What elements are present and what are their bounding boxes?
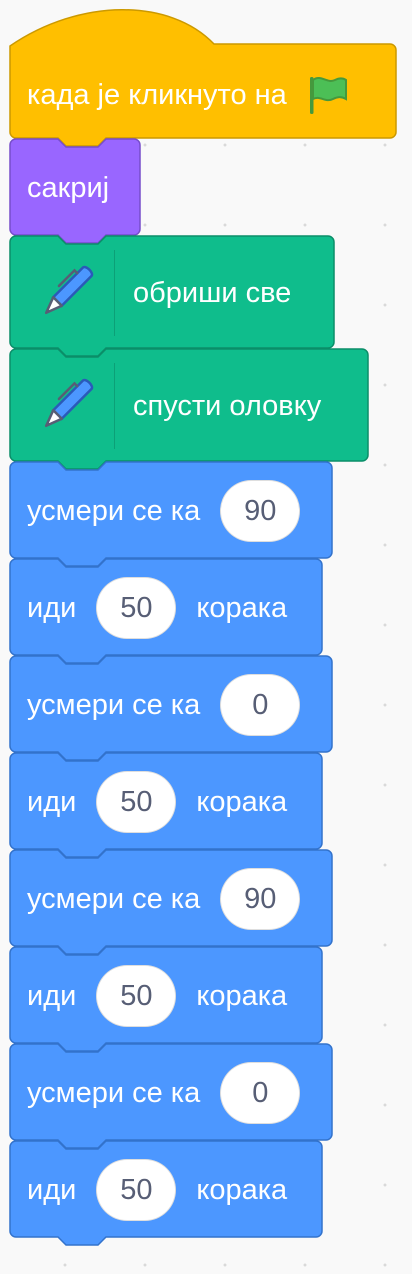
steps-suffix-label: корака: [196, 1173, 288, 1206]
steps-suffix-label: корака: [196, 785, 288, 818]
pen-down-block[interactable]: спусти оловку: [9, 348, 369, 470]
hat-label: када је кликнуто на: [27, 78, 287, 111]
pen-block-separator: [114, 250, 115, 336]
move-label: иди: [27, 1173, 77, 1206]
direction-input[interactable]: 90: [220, 480, 301, 542]
when-flag-clicked-block[interactable]: када је кликнуто на: [9, 9, 398, 147]
direction-input[interactable]: 90: [220, 868, 301, 930]
move-label: иди: [27, 785, 77, 818]
erase-all-label: обриши све: [133, 276, 292, 309]
pen-icon: [30, 257, 102, 329]
pen-down-label: спусти оловку: [133, 389, 322, 422]
move-steps-block[interactable]: иди 50 корака: [9, 752, 323, 858]
green-flag-icon: [307, 75, 349, 115]
move-steps-block[interactable]: иди 50 корака: [9, 946, 323, 1052]
move-label: иди: [27, 979, 77, 1012]
steps-input[interactable]: 50: [96, 965, 177, 1027]
move-steps-block[interactable]: иди 50 корака: [9, 558, 323, 664]
pen-icon: [30, 370, 102, 442]
move-label: иди: [27, 591, 77, 624]
point-in-direction-block[interactable]: усмери се ка 90: [9, 849, 333, 955]
pen-block-separator: [114, 363, 115, 449]
hide-block[interactable]: сакриј: [9, 138, 141, 244]
point-in-direction-label: усмери се ка: [27, 688, 201, 721]
erase-all-block[interactable]: обриши све: [9, 235, 335, 357]
direction-input[interactable]: 0: [220, 1062, 301, 1124]
point-in-direction-block[interactable]: усмери се ка 0: [9, 655, 333, 761]
steps-suffix-label: корака: [196, 979, 288, 1012]
direction-input[interactable]: 0: [220, 674, 301, 736]
point-in-direction-block[interactable]: усмери се ка 0: [9, 1043, 333, 1149]
hide-label: сакриј: [27, 171, 110, 204]
point-in-direction-label: усмери се ка: [27, 1076, 201, 1109]
move-steps-block[interactable]: иди 50 корака: [9, 1140, 323, 1246]
steps-suffix-label: корака: [196, 591, 288, 624]
steps-input[interactable]: 50: [96, 577, 177, 639]
point-in-direction-block[interactable]: усмери се ка 90: [9, 461, 333, 567]
steps-input[interactable]: 50: [96, 771, 177, 833]
point-in-direction-label: усмери се ка: [27, 494, 201, 527]
steps-input[interactable]: 50: [96, 1159, 177, 1221]
point-in-direction-label: усмери се ка: [27, 882, 201, 915]
